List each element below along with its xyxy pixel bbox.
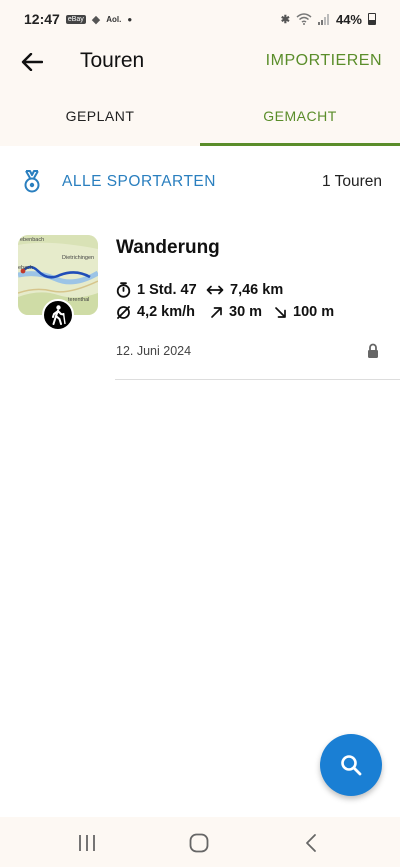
ebay-notification-icon: eBay bbox=[65, 14, 86, 24]
status-bar: 12:47 eBay ◆ Aol. ● ✱ 44% bbox=[0, 0, 400, 38]
map-label: Dietrichingen bbox=[62, 255, 94, 261]
speed-stat: 4,2 km/h bbox=[116, 304, 195, 320]
distance-arrows-icon bbox=[206, 285, 224, 295]
tour-list-item[interactable]: ebenbach Dietrichingen ebach terenthal W… bbox=[0, 222, 400, 382]
aol-notification-icon: Aol. bbox=[106, 14, 122, 24]
medal-icon[interactable] bbox=[22, 170, 42, 194]
list-divider bbox=[115, 379, 400, 380]
ascent-stat: 30 m bbox=[210, 304, 262, 320]
stopwatch-icon bbox=[116, 282, 131, 298]
status-time: 12:47 bbox=[24, 11, 60, 27]
hiking-icon bbox=[42, 299, 74, 331]
map-label: terenthal bbox=[68, 297, 89, 303]
signal-icon bbox=[317, 14, 329, 25]
sport-filter-row: ALLE SPORTARTEN 1 Touren bbox=[0, 160, 400, 204]
duration-value: 1 Std. 47 bbox=[137, 282, 197, 298]
wifi-icon bbox=[296, 13, 312, 25]
map-label: ebenbach bbox=[20, 237, 44, 243]
search-icon bbox=[341, 755, 362, 776]
back-arrow-icon[interactable] bbox=[18, 48, 46, 76]
battery-icon bbox=[368, 13, 376, 25]
gecko-notification-icon: ◆ bbox=[91, 13, 101, 26]
app-bar: Touren IMPORTIEREN bbox=[0, 38, 400, 86]
recent-apps-icon[interactable] bbox=[72, 830, 102, 856]
battery-percent: 44% bbox=[335, 11, 362, 27]
duration-stat: 1 Std. 47 bbox=[116, 282, 197, 298]
descent-value: 100 m bbox=[293, 304, 335, 320]
descent-stat: 100 m bbox=[274, 304, 334, 320]
descent-arrow-icon bbox=[275, 306, 286, 318]
system-nav-bar bbox=[0, 817, 400, 867]
nav-back-icon[interactable] bbox=[296, 830, 326, 856]
import-button[interactable]: IMPORTIEREN bbox=[266, 52, 382, 70]
tour-count: 1 Touren bbox=[321, 173, 382, 190]
distance-value: 7,46 km bbox=[230, 282, 284, 298]
search-button[interactable] bbox=[320, 734, 382, 796]
tab-gemacht[interactable]: GEMACHT bbox=[200, 86, 400, 146]
more-notifications-icon: ● bbox=[127, 14, 133, 24]
lock-icon bbox=[368, 343, 378, 358]
all-sports-filter[interactable]: ALLE SPORTARTEN bbox=[62, 173, 216, 191]
map-label: ebach bbox=[18, 265, 33, 271]
speed-value: 4,2 km/h bbox=[137, 304, 196, 320]
page-title: Touren bbox=[80, 49, 145, 72]
average-speed-icon bbox=[117, 305, 130, 319]
ascent-value: 30 m bbox=[229, 304, 263, 320]
tour-date: 12. Juni 2024 bbox=[116, 344, 192, 358]
distance-stat: 7,46 km bbox=[206, 282, 283, 298]
tour-title: Wanderung bbox=[116, 237, 220, 258]
bluetooth-icon: ✱ bbox=[280, 13, 290, 26]
tab-geplant[interactable]: GEPLANT bbox=[0, 86, 200, 146]
ascent-arrow-icon bbox=[211, 306, 222, 318]
tab-bar: GEPLANT GEMACHT bbox=[0, 86, 400, 146]
home-icon[interactable] bbox=[184, 830, 214, 856]
